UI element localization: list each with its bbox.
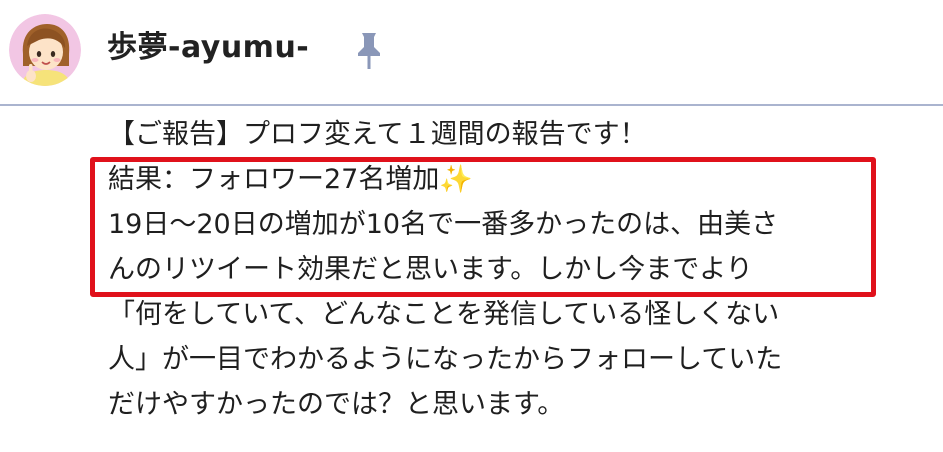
post-body: 【ご報告】プロフ変えて１週間の報告です！ 結果：フォロワー27名増加✨ 19日〜…	[108, 112, 928, 427]
post-line-result: 結果：フォロワー27名増加✨	[108, 164, 473, 195]
post-line-follow: 人」が一目でわかるようになったからフォローしていた	[108, 344, 783, 375]
post-line-title: 【ご報告】プロフ変えて１週間の報告です！	[108, 119, 647, 150]
avatar-illustration-icon	[9, 14, 81, 86]
post-line-closing: だけやすかったのでは？と思います。	[108, 389, 565, 420]
user-avatar[interactable]	[9, 14, 81, 86]
header-divider	[0, 104, 943, 106]
pin-icon	[352, 30, 386, 72]
post-header: 歩夢-ayumu-	[0, 0, 943, 104]
username[interactable]: 歩夢-ayumu-	[107, 28, 309, 68]
post-line-increase: 19日〜20日の増加が10名で一番多かったのは、由美さ	[108, 209, 779, 240]
post-line-retweet: んのリツイート効果だと思います。しかし今までより	[108, 254, 753, 285]
post-line-profile: 「何をしていて、どんなことを発信している怪しくない	[108, 299, 780, 330]
